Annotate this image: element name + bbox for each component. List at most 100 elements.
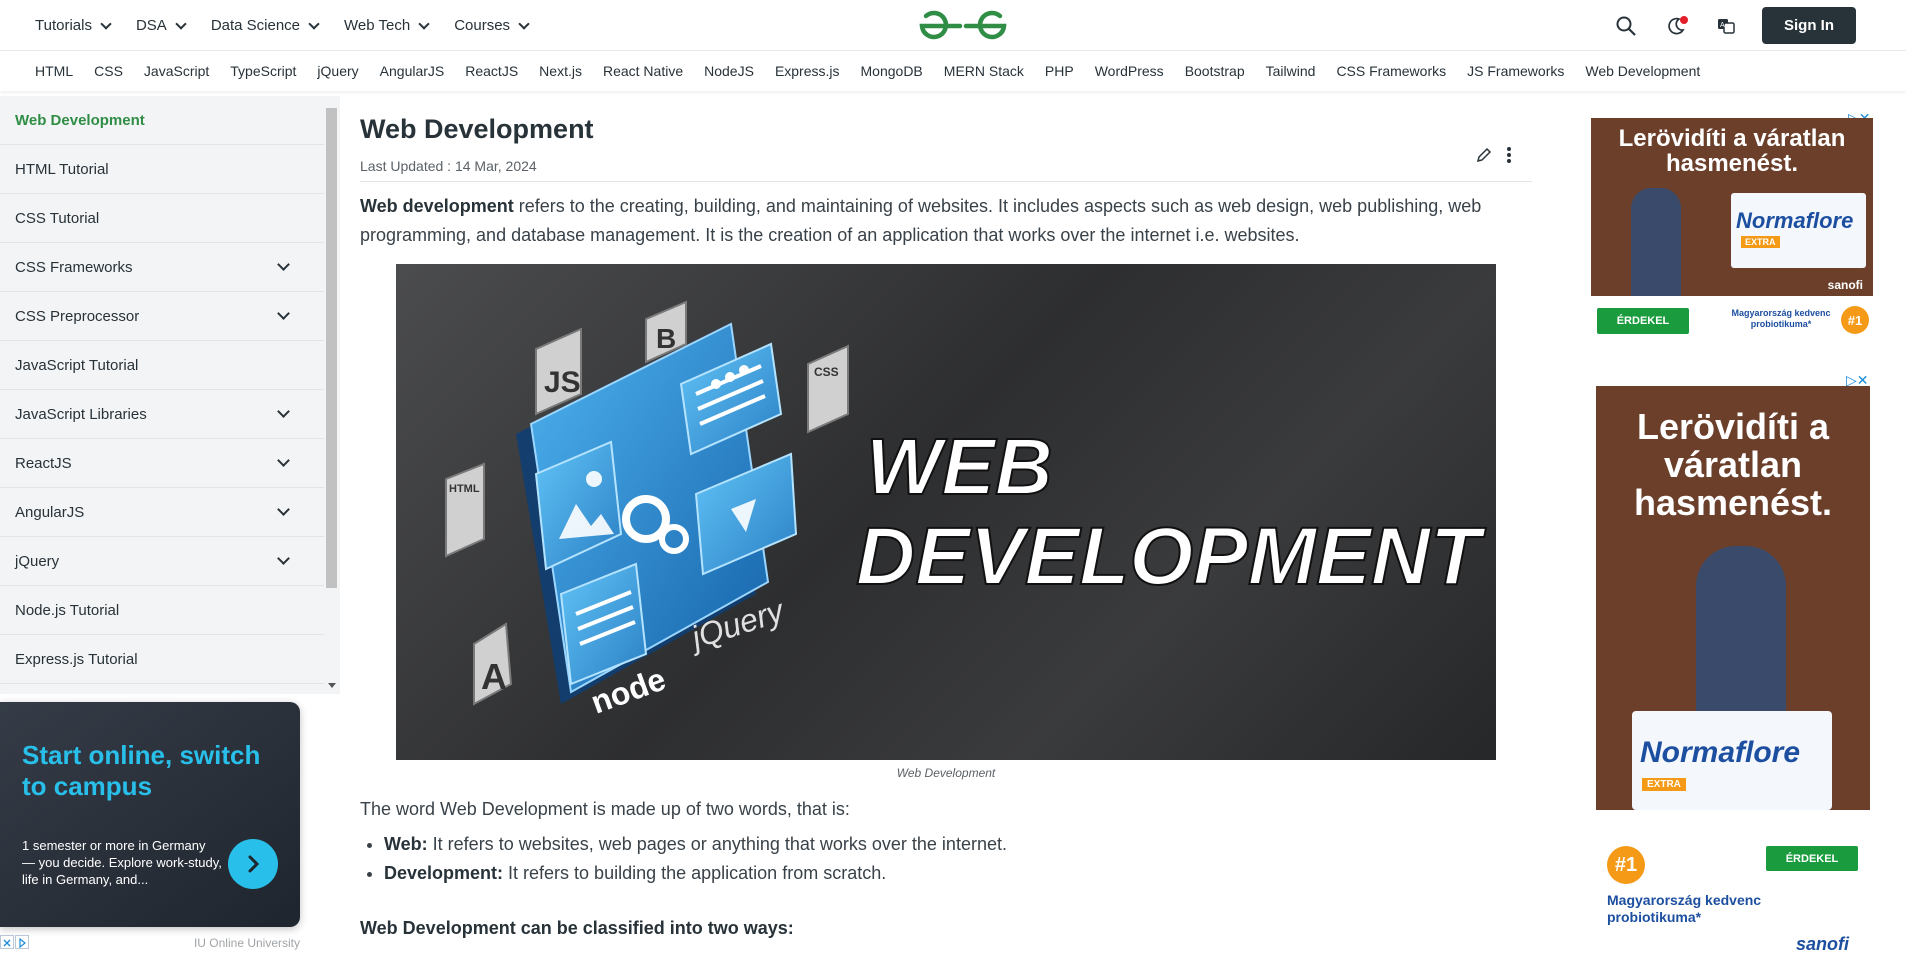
menu-courses[interactable]: Courses: [454, 17, 530, 34]
subnav-link[interactable]: React Native: [603, 63, 683, 79]
ad-tagline: Magyarország kedvenc probiotikuma*: [1731, 308, 1831, 329]
subnav-link[interactable]: TypeScript: [230, 63, 296, 79]
sidebar-list: Web Development HTML Tutorial CSS Tutori…: [0, 96, 324, 684]
chevron-down-icon[interactable]: [277, 405, 290, 418]
left-ad-banner[interactable]: Start online, switch to campus 1 semeste…: [0, 702, 300, 927]
intro-bold-term: Web development: [360, 196, 514, 216]
list-term: Web:: [384, 834, 428, 854]
subnav-link[interactable]: JS Frameworks: [1467, 63, 1564, 79]
sidebar-scrollbar[interactable]: [326, 108, 337, 588]
right-ad-top[interactable]: Lerövidíti a váratlan hasmenést. Normafl…: [1591, 118, 1873, 296]
menu-label: Tutorials: [35, 17, 92, 34]
sidebar-item-reactjs[interactable]: ReactJS: [0, 439, 324, 488]
subnav-link[interactable]: Web Development: [1585, 63, 1700, 79]
ad-text: 1 semester or more in Germany — you deci…: [22, 838, 222, 887]
menu-label: Web Tech: [344, 17, 411, 34]
sidebar-item-angularjs[interactable]: AngularJS: [0, 488, 324, 537]
menu-web-tech[interactable]: Web Tech: [344, 17, 430, 34]
more-options-icon[interactable]: [1506, 146, 1512, 164]
svg-text:A: A: [1720, 22, 1725, 29]
ad-cta-button[interactable]: ÉRDEKEL: [1766, 846, 1858, 871]
ad-info-icon[interactable]: [15, 935, 29, 949]
ad-source[interactable]: IU Online University: [194, 936, 300, 950]
subnav-link[interactable]: NodeJS: [704, 63, 754, 79]
translate-icon[interactable]: A: [1712, 12, 1740, 40]
chevron-right-icon: [248, 855, 260, 873]
ad-rank-badge: #1: [1607, 846, 1645, 884]
sidebar-item-expressjs-tutorial[interactable]: Express.js Tutorial: [0, 635, 324, 684]
chevron-down-icon: [418, 17, 430, 30]
hero-html-badge: HTML: [449, 483, 480, 495]
right-ad-bottom[interactable]: Lerövidíti a váratlan hasmenést. Normafl…: [1596, 386, 1870, 810]
list-item: Web: It refers to websites, web pages or…: [384, 830, 1007, 859]
menu-label: Courses: [454, 17, 511, 34]
topic-subnav: HTML CSS JavaScript TypeScript jQuery An…: [0, 51, 1906, 91]
chevron-down-icon[interactable]: [277, 503, 290, 516]
sidebar-item-html-tutorial[interactable]: HTML Tutorial: [0, 145, 324, 194]
ad-choices[interactable]: [0, 935, 29, 949]
hero-headline-2: DEVELOPMENT: [856, 511, 1486, 602]
ad-brand: Normaflore: [1736, 208, 1854, 233]
subnav-link[interactable]: Tailwind: [1266, 63, 1316, 79]
subnav-link[interactable]: MongoDB: [861, 63, 923, 79]
chevron-down-icon: [100, 17, 112, 30]
search-icon[interactable]: [1612, 12, 1640, 40]
subnav-link[interactable]: CSS: [94, 63, 123, 79]
right-ad-top-footer: ÉRDEKEL Magyarország kedvenc probiotikum…: [1591, 300, 1873, 360]
sidebar-item-web-development[interactable]: Web Development: [0, 96, 324, 145]
edit-pencil-icon[interactable]: [1476, 147, 1492, 163]
subnav-link[interactable]: WordPress: [1095, 63, 1164, 79]
subnav-link[interactable]: AngularJS: [380, 63, 445, 79]
ad-maker: sanofi: [1796, 934, 1850, 954]
subnav-link[interactable]: Bootstrap: [1185, 63, 1245, 79]
subnav-link[interactable]: CSS Frameworks: [1336, 63, 1446, 79]
chevron-down-icon: [308, 17, 320, 30]
chevron-down-icon[interactable]: [277, 258, 290, 271]
subnav-link[interactable]: Express.js: [775, 63, 840, 79]
definition-list: Web: It refers to websites, web pages or…: [360, 830, 1007, 888]
notification-dot: [1680, 15, 1688, 24]
subnav-link[interactable]: Next.js: [539, 63, 582, 79]
sidebar-item-javascript-libraries[interactable]: JavaScript Libraries: [0, 390, 324, 439]
sidebar-item-label: CSS Frameworks: [15, 258, 133, 276]
list-text: It refers to building the application fr…: [503, 863, 887, 883]
sidebar-item-css-tutorial[interactable]: CSS Tutorial: [0, 194, 324, 243]
sidebar-item-javascript-tutorial[interactable]: JavaScript Tutorial: [0, 341, 324, 390]
subnav-link[interactable]: MERN Stack: [944, 63, 1024, 79]
scroll-down-arrow-icon[interactable]: [328, 683, 336, 688]
chevron-down-icon[interactable]: [277, 552, 290, 565]
ad-arrow-button[interactable]: [228, 839, 278, 889]
sidebar-item-css-frameworks[interactable]: CSS Frameworks: [0, 243, 324, 292]
subnav-link[interactable]: HTML: [35, 63, 73, 79]
ad-cta-button[interactable]: ÉRDEKEL: [1597, 308, 1689, 334]
section-subheading: Web Development can be classified into t…: [360, 918, 794, 938]
menu-label: DSA: [135, 17, 167, 34]
list-term: Development:: [384, 863, 504, 883]
subnav-link[interactable]: jQuery: [317, 63, 358, 79]
sign-in-button[interactable]: Sign In: [1762, 7, 1856, 44]
chevron-down-icon: [175, 17, 187, 30]
ad-headline: Lerövidíti a váratlan hasmenést.: [1618, 125, 1846, 178]
sidebar-item-jquery[interactable]: jQuery: [0, 537, 324, 586]
ad-person-image: [1631, 188, 1681, 296]
hero-js-badge: JS: [544, 366, 581, 399]
subnav-link[interactable]: PHP: [1045, 63, 1074, 79]
chevron-down-icon[interactable]: [277, 307, 290, 320]
sidebar-item-css-preprocessor[interactable]: CSS Preprocessor: [0, 292, 324, 341]
sidebar-item-nodejs-tutorial[interactable]: Node.js Tutorial: [0, 586, 324, 635]
menu-tutorials[interactable]: Tutorials: [35, 17, 112, 34]
dark-mode-icon[interactable]: [1662, 12, 1690, 40]
ad-brand: Normaflore: [1640, 736, 1801, 769]
subnav-link[interactable]: JavaScript: [144, 63, 209, 79]
ad-close-icon[interactable]: [0, 935, 14, 949]
chevron-down-icon[interactable]: [277, 454, 290, 467]
image-caption: Web Development: [896, 766, 996, 780]
divider: [360, 181, 1532, 182]
menu-label: Data Science: [210, 17, 301, 34]
menu-data-science[interactable]: Data Science: [210, 17, 320, 34]
ad-tagline: Magyarország kedvenc probiotikuma*: [1607, 892, 1762, 925]
site-logo[interactable]: [916, 10, 1010, 42]
subnav-link[interactable]: ReactJS: [465, 63, 518, 79]
intro-text: refers to the creating, building, and ma…: [360, 196, 1482, 245]
menu-dsa[interactable]: DSA: [135, 17, 187, 34]
